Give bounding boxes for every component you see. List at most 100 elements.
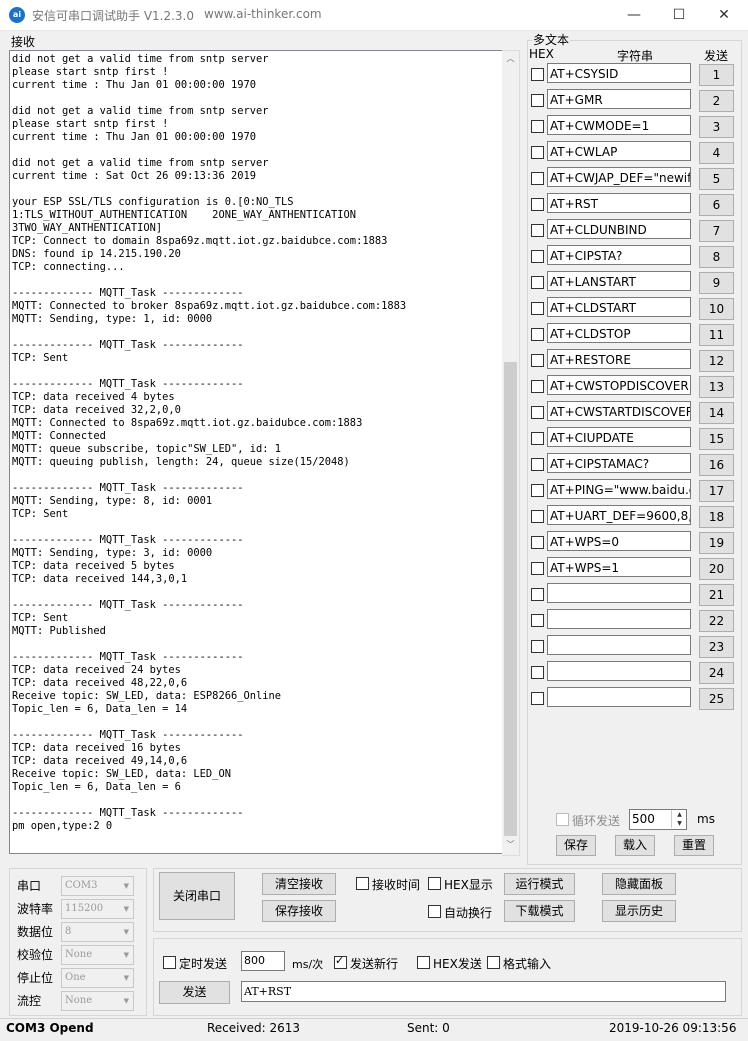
row-string-input[interactable]: AT+CIPSTAMAC? [547, 453, 691, 473]
row-send-button[interactable]: 24 [699, 662, 734, 684]
row-hex-checkbox[interactable] [531, 536, 544, 549]
scroll-up-icon[interactable]: ︿ [502, 51, 519, 67]
close-icon[interactable]: ✕ [700, 0, 748, 30]
timed-send-checkbox[interactable] [163, 956, 176, 969]
load-button[interactable]: 载入 [615, 835, 655, 856]
row-hex-checkbox[interactable] [531, 458, 544, 471]
row-string-input[interactable]: AT+UART_DEF=9600,8,1, [547, 505, 691, 525]
save-button[interactable]: 保存 [556, 835, 596, 856]
row-string-input[interactable]: AT+WPS=1 [547, 557, 691, 577]
row-send-button[interactable]: 18 [699, 506, 734, 528]
row-hex-checkbox[interactable] [531, 276, 544, 289]
row-string-input[interactable]: AT+CLDSTOP [547, 323, 691, 343]
row-string-input[interactable]: AT+CWMODE=1 [547, 115, 691, 135]
row-send-button[interactable]: 16 [699, 454, 734, 476]
baud-select[interactable]: 115200 ▼ [61, 899, 134, 919]
row-send-button[interactable]: 3 [699, 116, 734, 138]
spin-down-icon[interactable]: ▼ [671, 819, 687, 828]
show-history-button[interactable]: 显示历史 [602, 900, 676, 922]
row-hex-checkbox[interactable] [531, 250, 544, 263]
row-send-button[interactable]: 2 [699, 90, 734, 112]
receive-textarea[interactable]: did not get a valid time from sntp serve… [9, 50, 503, 854]
databits-select[interactable]: 8 ▼ [61, 922, 134, 942]
row-string-input[interactable] [547, 583, 691, 603]
reset-button[interactable]: 重置 [674, 835, 714, 856]
row-hex-checkbox[interactable] [531, 640, 544, 653]
row-send-button[interactable]: 4 [699, 142, 734, 164]
maximize-icon[interactable]: ☐ [655, 0, 703, 30]
hide-panel-button[interactable]: 隐藏面板 [602, 873, 676, 895]
row-string-input[interactable]: AT+CIUPDATE [547, 427, 691, 447]
send-newline-checkbox[interactable] [334, 954, 347, 969]
clear-receive-button[interactable]: 清空接收 [262, 873, 336, 895]
row-send-button[interactable]: 20 [699, 558, 734, 580]
row-hex-checkbox[interactable] [531, 94, 544, 107]
row-hex-checkbox[interactable] [531, 588, 544, 601]
row-hex-checkbox[interactable] [531, 120, 544, 133]
row-send-button[interactable]: 13 [699, 376, 734, 398]
row-string-input[interactable] [547, 661, 691, 681]
row-string-input[interactable]: AT+PING="www.baidu.cor [547, 479, 691, 499]
row-send-button[interactable]: 11 [699, 324, 734, 346]
row-hex-checkbox[interactable] [531, 614, 544, 627]
save-receive-button[interactable]: 保存接收 [262, 900, 336, 922]
row-send-button[interactable]: 7 [699, 220, 734, 242]
minimize-icon[interactable]: — [610, 0, 658, 30]
row-string-input[interactable]: AT+RST [547, 193, 691, 213]
row-send-button[interactable]: 1 [699, 64, 734, 86]
row-hex-checkbox[interactable] [531, 510, 544, 523]
row-hex-checkbox[interactable] [531, 432, 544, 445]
row-string-input[interactable]: AT+WPS=0 [547, 531, 691, 551]
row-string-input[interactable]: AT+CWLAP [547, 141, 691, 161]
row-string-input[interactable]: AT+CSYSID [547, 63, 691, 83]
scroll-down-icon[interactable]: ﹀ [502, 837, 519, 853]
auto-wrap-checkbox[interactable] [428, 905, 441, 918]
row-hex-checkbox[interactable] [531, 666, 544, 679]
row-send-button[interactable]: 22 [699, 610, 734, 632]
row-hex-checkbox[interactable] [531, 328, 544, 341]
row-hex-checkbox[interactable] [531, 224, 544, 237]
row-hex-checkbox[interactable] [531, 406, 544, 419]
row-hex-checkbox[interactable] [531, 354, 544, 367]
row-send-button[interactable]: 12 [699, 350, 734, 372]
loop-send-checkbox[interactable] [556, 813, 569, 826]
spin-up-icon[interactable]: ▲ [671, 810, 687, 819]
row-string-input[interactable] [547, 609, 691, 629]
format-input-checkbox[interactable] [487, 956, 500, 969]
port-select[interactable]: COM3 ▼ [61, 876, 134, 896]
row-send-button[interactable]: 15 [699, 428, 734, 450]
hex-send-checkbox[interactable] [417, 956, 430, 969]
row-send-button[interactable]: 6 [699, 194, 734, 216]
row-hex-checkbox[interactable] [531, 146, 544, 159]
send-button[interactable]: 发送 [159, 981, 230, 1004]
scroll-thumb[interactable] [504, 362, 517, 836]
row-string-input[interactable]: AT+CWJAP_DEF="newifi_ [547, 167, 691, 187]
row-hex-checkbox[interactable] [531, 172, 544, 185]
row-string-input[interactable]: AT+CWSTOPDISCOVER [547, 375, 691, 395]
row-hex-checkbox[interactable] [531, 302, 544, 315]
row-hex-checkbox[interactable] [531, 562, 544, 575]
row-send-button[interactable]: 23 [699, 636, 734, 658]
row-send-button[interactable]: 9 [699, 272, 734, 294]
row-hex-checkbox[interactable] [531, 692, 544, 705]
row-send-button[interactable]: 25 [699, 688, 734, 710]
row-string-input[interactable]: AT+CLDUNBIND [547, 219, 691, 239]
download-mode-button[interactable]: 下载模式 [504, 900, 575, 922]
row-string-input[interactable]: AT+CIPSTA? [547, 245, 691, 265]
row-string-input[interactable]: AT+CLDSTART [547, 297, 691, 317]
row-hex-checkbox[interactable] [531, 484, 544, 497]
close-port-button[interactable]: 关闭串口 [159, 872, 235, 920]
row-hex-checkbox[interactable] [531, 380, 544, 393]
row-string-input[interactable]: AT+CWSTARTDISCOVER= [547, 401, 691, 421]
row-send-button[interactable]: 17 [699, 480, 734, 502]
row-string-input[interactable]: AT+GMR [547, 89, 691, 109]
row-string-input[interactable] [547, 687, 691, 707]
parity-select[interactable]: None ▼ [61, 945, 134, 965]
run-mode-button[interactable]: 运行模式 [504, 873, 575, 895]
receive-time-checkbox[interactable] [356, 877, 369, 890]
flow-select[interactable]: None ▼ [61, 991, 134, 1011]
timed-interval-input[interactable]: 800 [241, 951, 285, 971]
send-input[interactable]: AT+RST [241, 981, 726, 1002]
row-hex-checkbox[interactable] [531, 68, 544, 81]
row-send-button[interactable]: 21 [699, 584, 734, 606]
